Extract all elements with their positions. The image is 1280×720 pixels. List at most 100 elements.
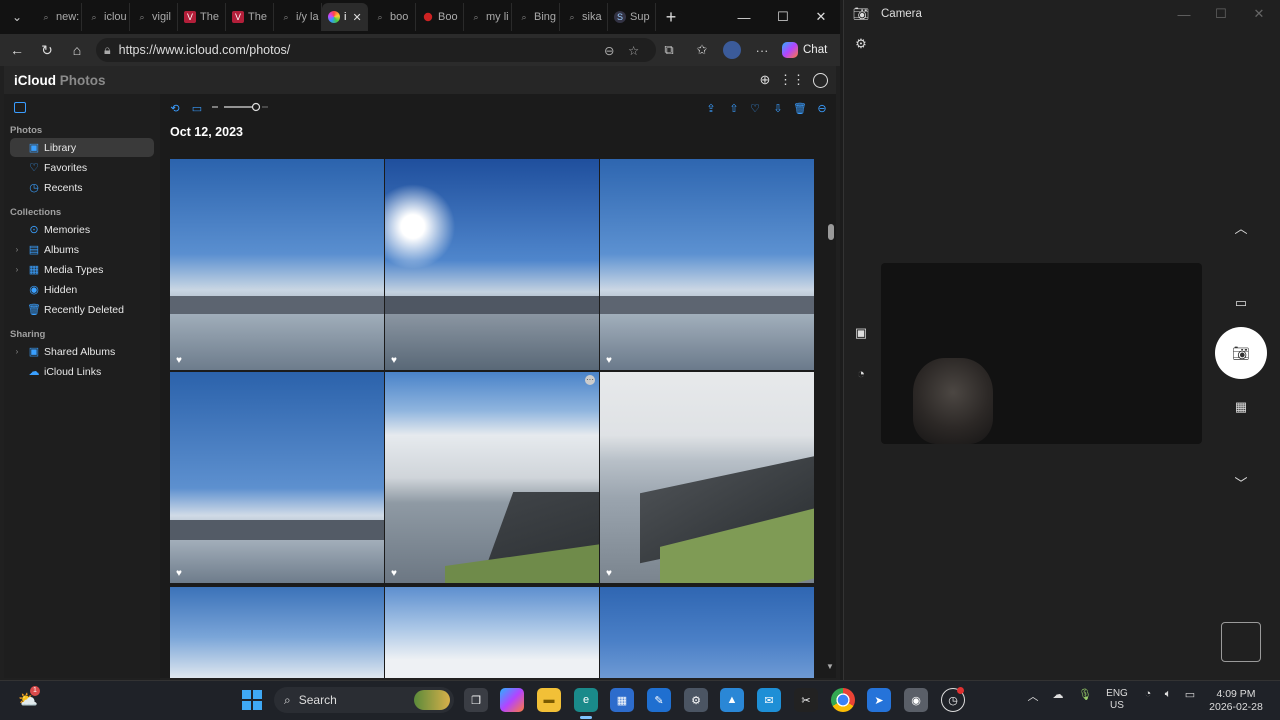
- favorites-icon[interactable]: ✩: [693, 34, 711, 66]
- clock-date[interactable]: 4:09 PM 2026-02-28: [1206, 688, 1266, 714]
- tab-3[interactable]: V The: [178, 3, 226, 31]
- tab-5[interactable]: ⌕ i/y la: [274, 3, 322, 31]
- tab-4[interactable]: V The: [226, 3, 274, 31]
- zoom-icon[interactable]: ⊖: [604, 43, 614, 58]
- minimize-button[interactable]: —: [1176, 6, 1192, 22]
- whiteboard-icon[interactable]: ✎: [647, 688, 671, 712]
- add-icon[interactable]: ⊕: [755, 70, 775, 90]
- chevron-down-icon[interactable]: ﹀: [1232, 473, 1250, 491]
- store-icon[interactable]: ▦: [610, 688, 634, 712]
- favorite-heart-icon[interactable]: ♥: [391, 355, 397, 366]
- favorite-heart-icon[interactable]: ♥: [176, 568, 182, 579]
- tab-active-icloud[interactable]: i ✕: [322, 3, 368, 31]
- address-bar[interactable]: 🔒︎ https://www.icloud.com/photos/ ⊖ ☆: [96, 38, 656, 62]
- maximize-button[interactable]: ☐: [1213, 6, 1229, 22]
- more-circle-icon[interactable]: ···: [585, 375, 595, 385]
- hdr-icon[interactable]: ▣: [852, 324, 870, 342]
- favorite-heart-icon[interactable]: ♡: [747, 100, 763, 116]
- photo-thumbnail[interactable]: [170, 587, 384, 678]
- sidebar-item-recents[interactable]: ◷ Recents: [10, 178, 154, 197]
- tab-11[interactable]: ⌕ sika: [560, 3, 608, 31]
- maximize-button[interactable]: ☐: [764, 0, 802, 34]
- upload-icon[interactable]: ⇪: [703, 100, 719, 116]
- battery-icon[interactable]: ▭: [1181, 688, 1199, 701]
- sidebar-item-albums[interactable]: › ▤ Albums: [10, 240, 154, 259]
- sidebar-item-icloud-links[interactable]: ☁ iCloud Links: [10, 362, 154, 381]
- refresh-button[interactable]: ↻: [32, 35, 62, 65]
- tab-2[interactable]: ⌕ vigil: [130, 3, 178, 31]
- extensions-icon[interactable]: ⧉: [660, 34, 678, 66]
- tab-7[interactable]: ⌕ boo: [368, 3, 416, 31]
- sidebar-item-library[interactable]: ▣ Library: [10, 138, 154, 157]
- favorite-heart-icon[interactable]: ♥: [606, 568, 612, 579]
- chevron-right-icon[interactable]: ›: [10, 245, 24, 254]
- scroll-down-icon[interactable]: ▼: [826, 662, 834, 671]
- outlook-icon[interactable]: ✉: [757, 688, 781, 712]
- delete-icon[interactable]: 🗑︎: [792, 100, 808, 116]
- tab-8[interactable]: Boo: [416, 3, 464, 31]
- tab-actions-menu[interactable]: ⌄: [0, 0, 34, 34]
- tab-12[interactable]: S Sup: [608, 3, 656, 31]
- tab-10[interactable]: ⌕ Bing: [512, 3, 560, 31]
- wifi-icon[interactable]: ◔: [1140, 688, 1156, 700]
- close-window-button[interactable]: ✕: [1251, 6, 1267, 22]
- view-toggle-icon[interactable]: ▭: [189, 100, 205, 116]
- sidebar-item-hidden[interactable]: ◉ Hidden: [10, 280, 154, 299]
- file-explorer-icon[interactable]: ▬: [537, 688, 561, 712]
- settings-icon[interactable]: ⚙: [684, 688, 708, 712]
- minimize-button[interactable]: —: [725, 0, 763, 34]
- new-tab-button[interactable]: +: [656, 7, 686, 28]
- photo-thumbnail[interactable]: ♥: [170, 159, 384, 370]
- sidebar-item-media-types[interactable]: › ▦ Media Types: [10, 260, 154, 279]
- sidebar-item-memories[interactable]: ⊙ Memories: [10, 220, 154, 239]
- favorite-heart-icon[interactable]: ♥: [391, 568, 397, 579]
- sidebar-item-recently-deleted[interactable]: 🗑︎ Recently Deleted: [10, 300, 154, 319]
- share-icon[interactable]: ⇧: [726, 100, 742, 116]
- zoom-slider[interactable]: [212, 102, 268, 112]
- photo-thumbnail[interactable]: ♥: [170, 372, 384, 583]
- download-icon[interactable]: ⇩: [770, 100, 786, 116]
- chevron-right-icon[interactable]: ›: [10, 265, 24, 274]
- back-button[interactable]: ←: [2, 35, 32, 65]
- more-options-icon[interactable]: ···: [752, 34, 772, 66]
- edge-icon[interactable]: e: [574, 688, 598, 712]
- capcut-icon[interactable]: ✂: [794, 688, 818, 712]
- profile-avatar[interactable]: [722, 34, 742, 66]
- photo-thumbnail[interactable]: [600, 587, 814, 678]
- photo-thumbnail[interactable]: ♥: [385, 159, 599, 370]
- favorite-heart-icon[interactable]: ♥: [606, 355, 612, 366]
- language-indicator[interactable]: ENG US: [1100, 688, 1134, 712]
- qr-scan-icon[interactable]: ▦: [1232, 398, 1250, 416]
- app-grid-icon[interactable]: ⋮⋮: [779, 70, 805, 90]
- tab-1[interactable]: ⌕ iclou: [82, 3, 130, 31]
- microphone-icon[interactable]: 🎙︎: [1078, 688, 1092, 701]
- timer-icon[interactable]: ◔: [852, 364, 870, 382]
- onedrive-icon[interactable]: ☁: [1050, 688, 1066, 701]
- volume-icon[interactable]: 🔈︎: [1160, 688, 1176, 701]
- take-photo-button[interactable]: 📷︎: [1215, 327, 1267, 379]
- camera-taskbar-icon[interactable]: ◉: [904, 688, 928, 712]
- close-window-button[interactable]: ✕: [802, 0, 840, 34]
- chat-button[interactable]: Chat: [782, 38, 834, 62]
- sidebar-item-shared-albums[interactable]: › ▣ Shared Albums: [10, 342, 154, 361]
- tab-9[interactable]: ⌕ my li: [464, 3, 512, 31]
- photo-thumbnail[interactable]: ··· ♥: [385, 372, 599, 583]
- last-capture-thumbnail[interactable]: [1221, 622, 1261, 662]
- settings-gear-icon[interactable]: ⚙: [852, 35, 870, 53]
- sync-icon[interactable]: ⟲: [167, 100, 183, 116]
- home-button[interactable]: ⌂: [62, 35, 92, 65]
- photo-thumbnail[interactable]: ♥: [600, 372, 814, 583]
- chrome-icon[interactable]: [831, 688, 855, 712]
- photo-thumbnail[interactable]: ♥: [600, 159, 814, 370]
- icloud-brand[interactable]: iCloud Photos: [14, 73, 106, 88]
- video-mode-icon[interactable]: ▭: [1232, 294, 1250, 312]
- sidebar-item-favorites[interactable]: ♡ Favorites: [10, 158, 154, 177]
- taskbar-search[interactable]: ⌕ Search: [274, 687, 454, 713]
- close-tab-icon[interactable]: ✕: [352, 11, 361, 24]
- start-button[interactable]: [240, 688, 264, 712]
- sidebar-toggle-icon[interactable]: [14, 102, 26, 113]
- chevron-right-icon[interactable]: ›: [10, 347, 24, 356]
- chevron-up-icon[interactable]: ︿: [1026, 688, 1040, 704]
- chevron-up-icon[interactable]: ︿: [1232, 218, 1250, 236]
- favorite-star-icon[interactable]: ☆: [628, 43, 639, 58]
